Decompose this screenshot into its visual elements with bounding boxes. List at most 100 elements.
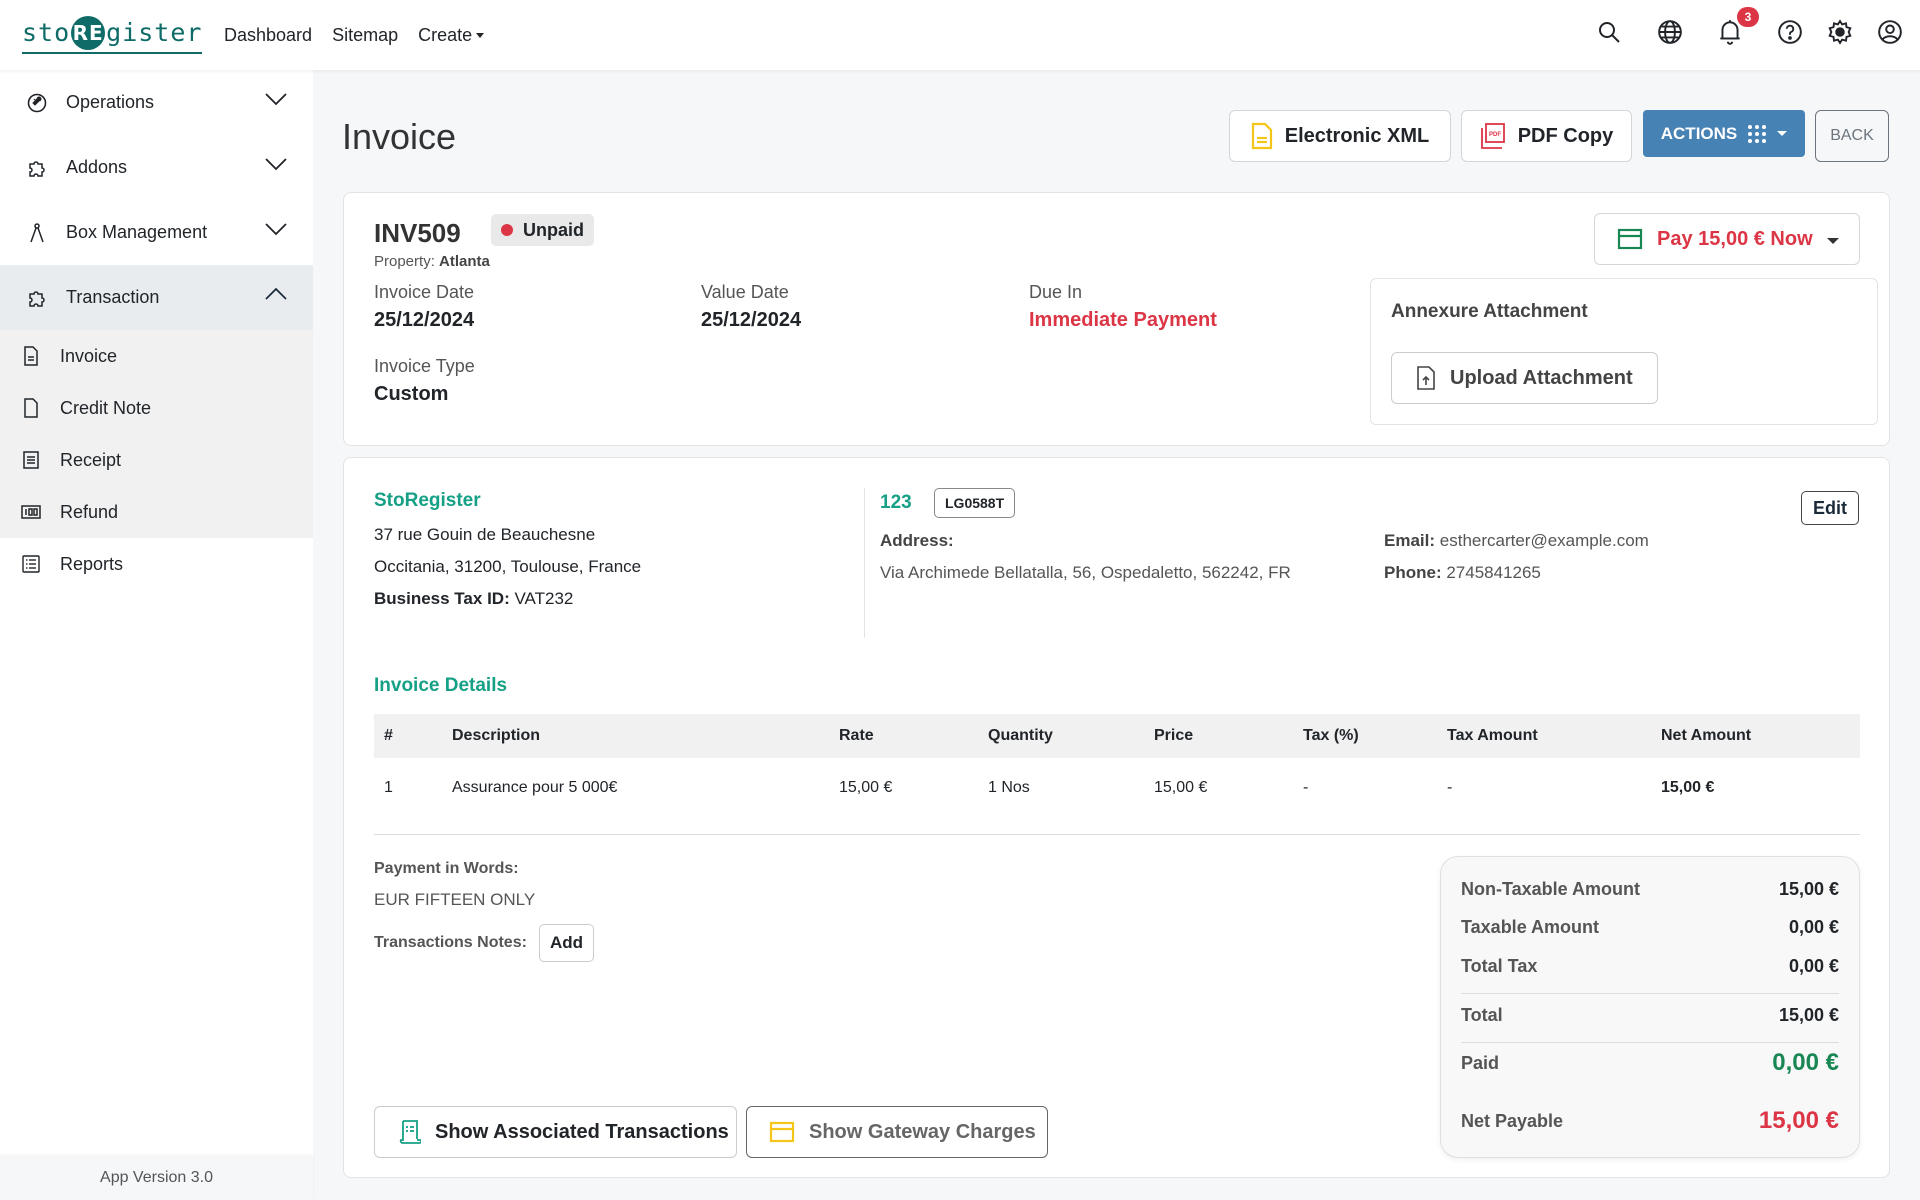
upload-attachment-button[interactable]: Upload Attachment xyxy=(1391,352,1658,404)
pdf-copy-button[interactable]: PDF PDF Copy xyxy=(1461,110,1632,162)
actions-label: ACTIONS xyxy=(1660,123,1738,143)
user-icon[interactable] xyxy=(1875,17,1905,47)
col-header: # xyxy=(374,714,442,758)
nav-sitemap[interactable]: Sitemap xyxy=(332,25,398,46)
summary-paid: Paid 0,00 € xyxy=(1461,1049,1839,1077)
cash-icon xyxy=(20,501,42,523)
phone-label: Phone: xyxy=(1384,563,1442,582)
grid-icon xyxy=(1748,124,1767,143)
logo-text-post: gister xyxy=(106,18,203,47)
cell-index: 1 xyxy=(384,779,393,796)
sidebar-subitem-receipt[interactable]: Receipt xyxy=(0,434,313,486)
puzzle-icon xyxy=(26,287,48,309)
summary-label: Net Payable xyxy=(1461,1110,1564,1131)
summary-label: Taxable Amount xyxy=(1461,917,1600,937)
pay-now-button[interactable]: Pay 15,00 € Now xyxy=(1594,213,1860,265)
invoice-summary-card: INV509 Unpaid Property: Atlanta Invoice … xyxy=(343,192,1890,446)
sidebar-subitem-label: Refund xyxy=(60,501,119,522)
edit-customer-button[interactable]: Edit xyxy=(1801,491,1859,525)
logo-text-pre: sto xyxy=(22,18,71,47)
upload-attachment-label: Upload Attachment xyxy=(1450,366,1633,389)
help-icon[interactable] xyxy=(1775,17,1805,47)
sidebar-subitem-refund[interactable]: Refund xyxy=(0,486,313,538)
sidebar-item-addons[interactable]: Addons xyxy=(0,135,313,200)
value-date-value: 25/12/2024 xyxy=(701,309,802,331)
invoice-number: INV509 xyxy=(374,218,461,248)
sidebar-item-label: Addons xyxy=(66,157,128,177)
table-header-row: # Description Rate Quantity Price Tax (%… xyxy=(374,714,1860,758)
col-header: Tax (%) xyxy=(1293,714,1437,758)
electronic-xml-button[interactable]: Electronic XML xyxy=(1229,110,1451,162)
summary-value: 0,00 € xyxy=(1788,917,1839,937)
list-icon xyxy=(20,553,42,575)
summary-value: 15,00 € xyxy=(1778,879,1839,899)
show-associated-transactions-button[interactable]: Show Associated Transactions xyxy=(374,1106,737,1158)
summary-value: 0,00 € xyxy=(1788,956,1839,976)
cell-tax-amount: - xyxy=(1447,779,1453,796)
transaction-notes-label: Transactions Notes: xyxy=(374,934,527,951)
summary-label: Paid xyxy=(1461,1052,1500,1073)
col-header: Quantity xyxy=(978,714,1144,758)
nav-create[interactable]: Create xyxy=(418,25,485,46)
globe-icon[interactable] xyxy=(1655,17,1685,47)
payment-in-words-label: Payment in Words: xyxy=(374,860,519,877)
gear-icon[interactable] xyxy=(1825,17,1855,47)
summary-value: 0,00 € xyxy=(1772,1049,1839,1076)
summary-total: Total 15,00 € xyxy=(1461,1005,1839,1026)
back-button[interactable]: BACK xyxy=(1815,110,1889,162)
property-value: Atlanta xyxy=(439,253,490,270)
due-in-label: Due In xyxy=(1029,282,1083,302)
col-header: Price xyxy=(1144,714,1293,758)
sidebar-item-box-management[interactable]: Box Management xyxy=(0,200,313,265)
file-upload-icon xyxy=(1417,366,1435,390)
company-name: StoRegister xyxy=(374,490,481,511)
pdf-copy-label: PDF Copy xyxy=(1517,124,1614,147)
sidebar-item-reports[interactable]: Reports xyxy=(0,538,313,590)
cell-net-amount: 15,00 € xyxy=(1661,779,1715,796)
sidebar-item-operations[interactable]: Operations xyxy=(0,70,313,135)
sidebar-item-transaction[interactable]: Transaction xyxy=(0,265,313,330)
annexure-attachment-panel: Annexure Attachment Upload Attachment xyxy=(1370,278,1878,425)
phone-value: 2745841265 xyxy=(1446,563,1541,582)
payment-in-words-value: EUR FIFTEEN ONLY xyxy=(374,890,536,909)
status-label: Unpaid xyxy=(523,219,584,240)
customer-id[interactable]: 123 xyxy=(880,492,912,514)
wrench-icon xyxy=(26,92,48,114)
summary-label: Total Tax xyxy=(1461,956,1538,976)
sidebar-subitem-label: Receipt xyxy=(60,449,122,470)
sidebar-subitem-credit-note[interactable]: Credit Note xyxy=(0,382,313,434)
sidebar-subitem-invoice[interactable]: Invoice xyxy=(0,330,313,382)
summary-value: 15,00 € xyxy=(1758,1107,1839,1134)
add-notes-button[interactable]: Add xyxy=(539,924,594,962)
chevron-down-icon xyxy=(265,223,287,236)
app-logo[interactable]: sto RE gister xyxy=(22,14,203,54)
document-icon xyxy=(1251,122,1272,150)
invoice-detail-card: StoRegister 37 rue Gouin de Beauchesne O… xyxy=(343,457,1890,1178)
top-nav: Dashboard Sitemap Create xyxy=(224,0,485,70)
page-title: Invoice xyxy=(342,116,457,157)
sidebar-item-label: Transaction xyxy=(66,287,160,307)
actions-button[interactable]: ACTIONS xyxy=(1643,110,1805,157)
caret-down-icon xyxy=(476,33,485,39)
summary-net-payable: Net Payable 15,00 € xyxy=(1461,1107,1839,1135)
summary-label: Non-Taxable Amount xyxy=(1461,879,1640,899)
address-label: Address: xyxy=(880,531,954,550)
sidebar-item-label: Operations xyxy=(66,92,155,112)
file-icon xyxy=(20,397,42,419)
company-address-2: Occitania, 31200, Toulouse, France xyxy=(374,557,642,576)
transaction-submenu: Invoice Credit Note Receipt Refund xyxy=(0,330,313,538)
show-gateway-charges-button[interactable]: Show Gateway Charges xyxy=(746,1106,1048,1158)
tax-id-value: VAT232 xyxy=(514,589,574,608)
customer-email: Email: esthercarter@example.com xyxy=(1384,531,1649,551)
customer-address-label: Address: xyxy=(880,531,954,551)
email-value: esthercarter@example.com xyxy=(1439,531,1649,550)
divider xyxy=(374,834,1860,835)
sidebar-item-label: Box Management xyxy=(66,222,208,242)
summary-label: Total xyxy=(1461,1005,1503,1025)
bell-icon[interactable]: 3 xyxy=(1715,7,1759,47)
electronic-xml-label: Electronic XML xyxy=(1284,124,1430,147)
search-icon[interactable] xyxy=(1594,17,1624,47)
caret-down-icon xyxy=(1827,238,1839,244)
nav-dashboard[interactable]: Dashboard xyxy=(224,25,312,46)
show-gateway-charges-label: Show Gateway Charges xyxy=(809,1120,1036,1143)
